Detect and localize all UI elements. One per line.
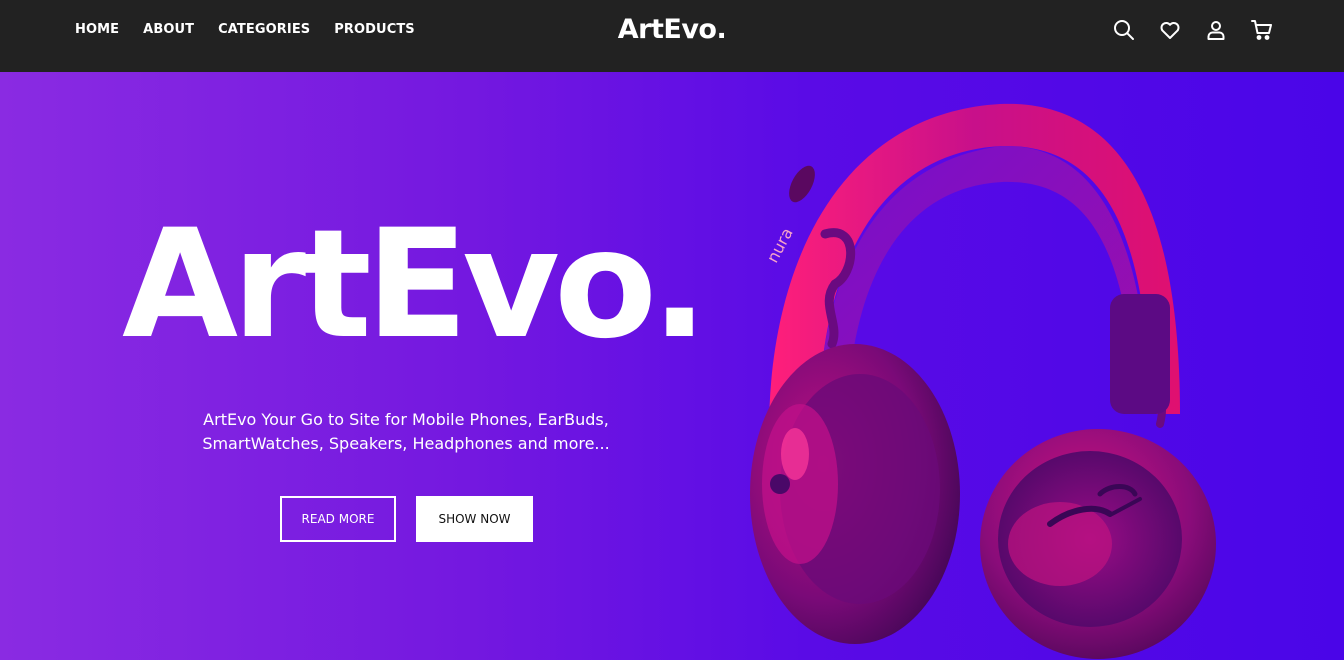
user-icon[interactable] bbox=[1204, 18, 1228, 42]
hero-title: ArtEvo. bbox=[122, 198, 708, 372]
brand-logo-text: ArtEvo. bbox=[617, 14, 727, 45]
headphones-brand-text: nura bbox=[763, 225, 797, 266]
hero-banner: ArtEvo. ArtEvo Your Go to Site for Mobil… bbox=[0, 72, 1344, 660]
search-icon[interactable] bbox=[1112, 18, 1136, 42]
headphones-image: nura bbox=[750, 103, 1216, 659]
top-navbar: HOME ABOUT CATEGORIES PRODUCTS ArtEvo. bbox=[0, 0, 1344, 72]
hero-tagline-line1: ArtEvo Your Go to Site for Mobile Phones… bbox=[203, 410, 609, 429]
hero-tagline: ArtEvo Your Go to Site for Mobile Phones… bbox=[186, 408, 626, 456]
read-more-button[interactable]: READ MORE bbox=[280, 496, 396, 542]
hero-tagline-line2: SmartWatches, Speakers, Headphones and m… bbox=[202, 434, 610, 453]
heart-icon[interactable] bbox=[1158, 18, 1182, 42]
nav-icon-group bbox=[1112, 18, 1274, 42]
cart-icon[interactable] bbox=[1250, 18, 1274, 42]
show-now-button[interactable]: SHOW NOW bbox=[416, 496, 533, 542]
